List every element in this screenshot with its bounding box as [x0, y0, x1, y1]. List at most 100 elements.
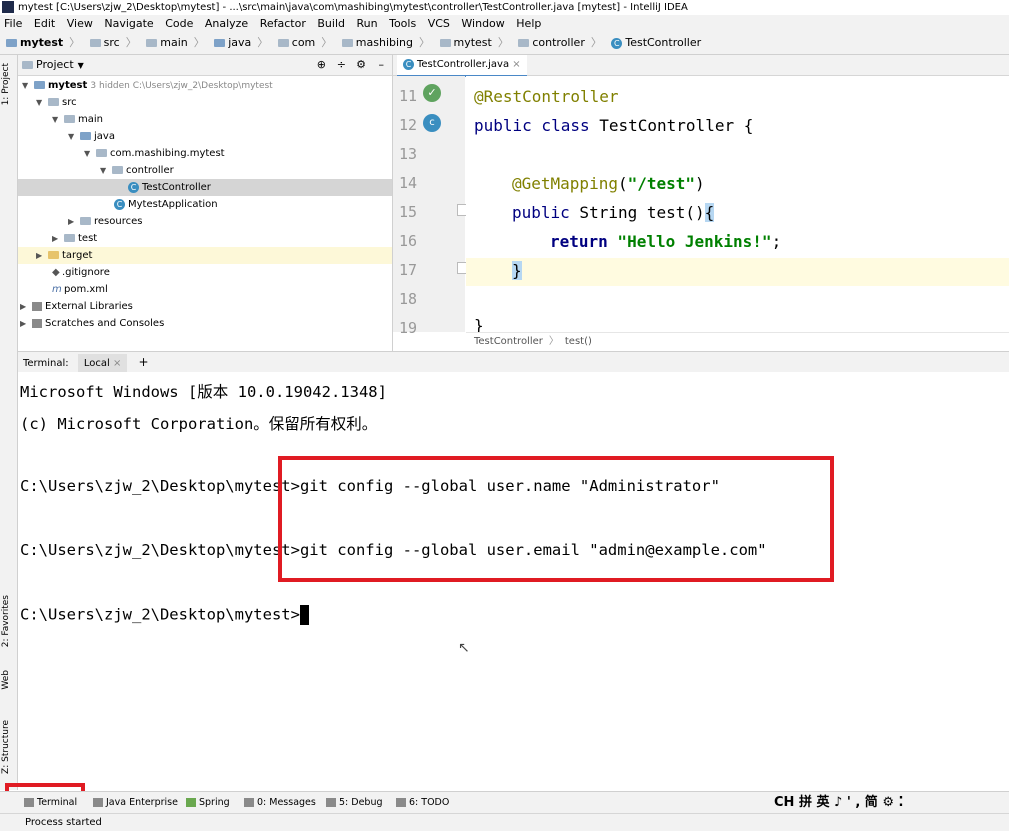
- tree-item-target[interactable]: ▶ target: [18, 247, 392, 264]
- tree-item-main[interactable]: ▼ main: [52, 111, 103, 128]
- editor-gutter: 11 12 13 14 15 16 17 18 19 ✓ c: [393, 76, 469, 337]
- collapse-icon[interactable]: ÷: [337, 55, 346, 75]
- code-line-15: public String test(){: [512, 203, 715, 222]
- tree-item-package[interactable]: ▼ com.mashibing.mytest: [84, 145, 225, 162]
- folder-icon: [48, 98, 59, 106]
- status-text: Process started: [25, 817, 102, 828]
- spring-bean-icon[interactable]: ✓: [423, 84, 441, 102]
- class-icon: C: [611, 37, 623, 49]
- tree-item-mytestapplication[interactable]: C MytestApplication: [114, 196, 218, 213]
- menu-navigate[interactable]: Navigate: [104, 17, 153, 30]
- folder-icon: [439, 39, 451, 47]
- tool-tab-spring[interactable]: Spring: [186, 792, 230, 814]
- tree-item-pom[interactable]: m pom.xml: [52, 281, 108, 298]
- line-number: 15: [398, 203, 417, 221]
- breadcrumb-main[interactable]: main 〉: [146, 32, 205, 54]
- folder-icon: [64, 234, 75, 242]
- menu-view[interactable]: View: [67, 17, 93, 30]
- git-icon: ◆: [52, 267, 60, 278]
- tree-item-scratches[interactable]: ▶ Scratches and Consoles: [20, 315, 164, 332]
- editor-crumb-class[interactable]: TestController: [474, 336, 543, 347]
- source-folder-icon: [80, 132, 91, 140]
- chevron-down-icon[interactable]: ▼: [78, 61, 84, 70]
- menu-file[interactable]: File: [4, 17, 22, 30]
- tree-item-test[interactable]: ▶ test: [52, 230, 97, 247]
- spring-icon: [186, 798, 196, 807]
- tree-item-external-libraries[interactable]: ▶ External Libraries: [20, 298, 133, 315]
- tree-item-java[interactable]: ▼ java: [68, 128, 115, 145]
- tool-tab-project[interactable]: 1: Project: [1, 63, 11, 105]
- menu-refactor[interactable]: Refactor: [260, 17, 306, 30]
- breadcrumb-java[interactable]: java 〉: [214, 32, 268, 54]
- class-gutter-icon[interactable]: c: [423, 114, 441, 132]
- folder-icon: [89, 39, 101, 47]
- class-icon: C: [128, 181, 139, 193]
- tool-tab-java-enterprise[interactable]: Java Enterprise: [93, 792, 178, 814]
- tool-tab-terminal[interactable]: Terminal: [24, 792, 77, 814]
- line-number: 11: [398, 87, 417, 105]
- hide-icon[interactable]: –: [379, 55, 385, 75]
- breadcrumb-testcontroller[interactable]: C TestController: [611, 32, 701, 54]
- tool-tab-structure[interactable]: Z: Structure: [1, 720, 11, 774]
- editor-tab-testcontroller[interactable]: C TestController.java ×: [397, 55, 527, 77]
- tool-tab-favorites[interactable]: 2: Favorites: [1, 595, 11, 647]
- window-title-bar: mytest [C:\Users\zjw_2\Desktop\mytest] -…: [0, 0, 1009, 15]
- mouse-pointer-icon: ↖: [458, 640, 470, 656]
- java-enterprise-icon: [93, 798, 103, 807]
- tool-tab-messages[interactable]: 0: Messages: [244, 792, 316, 814]
- menu-vcs[interactable]: VCS: [428, 17, 450, 30]
- editor-tab-bar: C TestController.java ×: [393, 55, 1009, 77]
- breadcrumb-mytest-pkg[interactable]: mytest 〉: [439, 32, 509, 54]
- terminal-label: Terminal:: [23, 358, 69, 369]
- new-terminal-button[interactable]: +: [139, 355, 149, 369]
- project-panel-header: Project ▼ ⊕ ÷ ⚙ –: [18, 55, 392, 76]
- left-tool-strip: 1: Project 2: Favorites Web Z: Structure: [0, 55, 18, 790]
- terminal-header: Terminal: Local × +: [18, 351, 1009, 374]
- code-editor[interactable]: @RestController public class TestControl…: [466, 76, 1009, 335]
- folder-icon: [341, 39, 353, 47]
- breadcrumb-src[interactable]: src 〉: [89, 32, 137, 54]
- tool-tab-debug[interactable]: 5: Debug: [326, 792, 383, 814]
- editor-crumb-method[interactable]: test(): [565, 336, 592, 347]
- breadcrumb-controller[interactable]: controller 〉: [518, 32, 602, 54]
- highlight-box-git-commands: [278, 456, 834, 582]
- menu-analyze[interactable]: Analyze: [205, 17, 248, 30]
- terminal-line: (c) Microsoft Corporation。保留所有权利。: [20, 415, 378, 433]
- close-icon[interactable]: ×: [512, 59, 520, 70]
- project-view-icon: [22, 61, 33, 69]
- tree-item-controller[interactable]: ▼ controller: [100, 162, 174, 179]
- menu-window[interactable]: Window: [461, 17, 504, 30]
- menu-run[interactable]: Run: [357, 17, 378, 30]
- breadcrumb-com[interactable]: com 〉: [277, 32, 332, 54]
- tree-item-resources[interactable]: ▶ resources: [68, 213, 142, 230]
- locate-icon[interactable]: ⊕: [317, 55, 326, 75]
- menu-code[interactable]: Code: [165, 17, 193, 30]
- navigation-breadcrumb: mytest 〉 src 〉 main 〉 java 〉 com 〉 mashibing 〉…: [0, 32, 1009, 55]
- debug-icon: [326, 798, 336, 807]
- folder-icon: [277, 39, 289, 47]
- messages-icon: [244, 798, 254, 807]
- menu-tools[interactable]: Tools: [389, 17, 416, 30]
- close-icon[interactable]: ×: [113, 358, 121, 369]
- project-view-selector[interactable]: Project: [36, 58, 74, 71]
- tree-item-testcontroller[interactable]: C TestController: [18, 179, 392, 196]
- gear-icon[interactable]: ⚙: [356, 55, 366, 75]
- menu-build[interactable]: Build: [317, 17, 345, 30]
- package-icon: [112, 166, 123, 174]
- tree-item-src[interactable]: ▼ src: [36, 94, 77, 111]
- line-number: 19: [398, 319, 417, 337]
- terminal-tab-local[interactable]: Local ×: [77, 354, 128, 374]
- breadcrumb-mashibing[interactable]: mashibing 〉: [341, 32, 430, 54]
- scratches-icon: [32, 318, 42, 328]
- tool-tab-todo[interactable]: 6: TODO: [396, 792, 449, 814]
- status-bar: Process started: [0, 813, 1009, 831]
- folder-icon: [146, 39, 158, 47]
- ime-toolbar[interactable]: CH 拼 英 ♪ ' , 简 ⚙ ⁚: [774, 792, 903, 814]
- breadcrumb-mytest[interactable]: mytest 〉: [6, 32, 80, 54]
- tool-tab-web[interactable]: Web: [1, 670, 11, 690]
- menu-help[interactable]: Help: [516, 17, 541, 30]
- tree-item-gitignore[interactable]: ◆ .gitignore: [52, 264, 110, 281]
- menu-edit[interactable]: Edit: [34, 17, 55, 30]
- tree-item-mytest[interactable]: ▼ mytest 3 hidden C:\Users\zjw_2\Desktop\…: [22, 77, 273, 94]
- line-number: 17: [398, 261, 417, 279]
